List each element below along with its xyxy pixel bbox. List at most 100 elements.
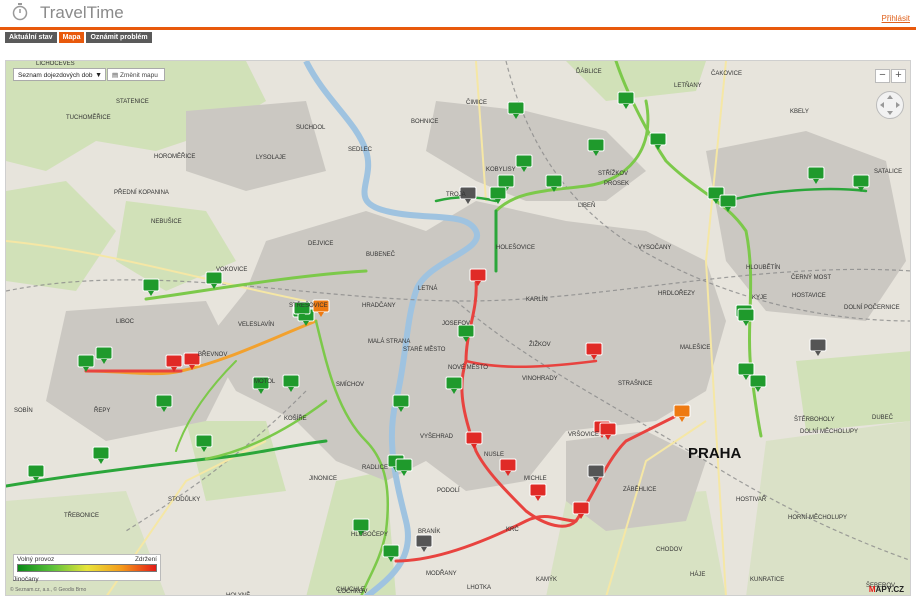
district-label: JOSEFOV <box>442 321 470 327</box>
login-link[interactable]: Přihlásit <box>882 14 910 23</box>
traffic-marker-free[interactable] <box>142 278 160 296</box>
district-label: ĎÁBLICE <box>576 67 602 75</box>
tab-report-problem[interactable]: Oznámit problém <box>86 32 152 43</box>
district-label: VINOHRADY <box>522 376 558 382</box>
traffic-map[interactable]: ĎÁBLICE ČAKOVICE LETŇANY KBELY BOHNICE ČIMICE… <box>5 60 911 596</box>
city-label: PRAHA <box>688 445 742 462</box>
travel-times-select[interactable]: Seznam dojezdových dob ▼ <box>13 68 106 81</box>
district-label: DOLNÍ POČERNICE <box>844 304 900 311</box>
district-label: SMÍCHOV <box>336 381 364 388</box>
district-label: KYJE <box>752 295 767 301</box>
traffic-marker-free[interactable] <box>92 446 110 464</box>
district-label: STŘÍŽKOV <box>598 169 628 177</box>
district-label: HLUBOČEPY <box>351 531 388 538</box>
tab-current-status[interactable]: Aktuální stav <box>5 32 57 43</box>
district-label: VYSOČANY <box>638 244 671 251</box>
legend-delay-label: Zdržení <box>134 556 157 563</box>
district-label: SEDLEC <box>348 147 373 153</box>
pan-control[interactable] <box>876 91 904 119</box>
traffic-marker-unknown[interactable] <box>415 534 433 552</box>
district-label: KRČ <box>506 526 519 533</box>
tab-bar: Aktuální stav Mapa Oznámit problém <box>5 32 152 43</box>
district-label: LETŇANY <box>674 82 702 89</box>
district-label: KBELY <box>790 109 809 115</box>
traffic-marker-moderate[interactable] <box>673 404 691 422</box>
tab-map[interactable]: Mapa <box>58 32 85 43</box>
traffic-marker-unknown[interactable] <box>809 338 827 356</box>
traffic-marker-free[interactable] <box>737 308 755 326</box>
header: TravelTime Přihlásit <box>0 0 916 27</box>
district-label: DEJVICE <box>308 241 333 247</box>
traffic-marker-free[interactable] <box>489 186 507 204</box>
map-copyright: © Seznam.cz, a.s., © Geodis Brno <box>10 587 87 593</box>
district-label: VRŠOVICE <box>568 431 599 438</box>
district-label: CHUCHLE <box>336 587 365 593</box>
district-label: CHODOV <box>656 547 682 553</box>
district-label: TŘEBONICE <box>64 511 99 519</box>
district-label: DUBEČ <box>872 414 894 421</box>
district-label: KAMÝK <box>536 576 557 583</box>
district-label: LIBEŇ <box>578 202 595 209</box>
district-label: HOSTAVICE <box>792 293 826 299</box>
district-label: RADLICE <box>362 465 388 471</box>
district-label: PODOLÍ <box>437 487 460 494</box>
district-label: KUNRATICE <box>750 577 784 583</box>
district-label: HOLEŠOVICE <box>496 244 535 251</box>
district-label: LHOTKA <box>467 585 491 591</box>
district-label: ŘEPY <box>94 406 110 414</box>
district-label: HOROMĚŘICE <box>154 152 195 160</box>
district-label: BŘEVNOV <box>198 350 227 358</box>
district-label: STRAŠNICE <box>618 380 652 387</box>
district-label: HOLYNĚ <box>226 591 250 596</box>
traffic-marker-free[interactable] <box>617 91 635 109</box>
district-label: HLOUBĚTÍN <box>746 263 780 271</box>
zoom-out-button[interactable]: − <box>875 69 890 83</box>
district-label: HORNÍ MĚCHOLUPY <box>788 513 847 521</box>
district-label: ČAKOVICE <box>711 70 742 77</box>
travel-times-select-label: Seznam dojezdových dob <box>18 72 93 79</box>
traffic-marker-jam[interactable] <box>529 483 547 501</box>
traffic-marker-free[interactable] <box>205 271 223 289</box>
pan-arrows-icon <box>880 95 900 115</box>
stopwatch-icon <box>12 3 28 21</box>
district-label: STŘEŠOVICE <box>289 301 328 309</box>
district-label: VOKOVICE <box>216 267 247 273</box>
district-label: HOSTIVAŘ <box>736 495 767 503</box>
legend-gradient <box>17 564 157 572</box>
district-label: MICHLE <box>524 476 547 482</box>
district-label: ČIMICE <box>466 99 487 106</box>
header-divider <box>0 27 916 30</box>
district-label: HRDLOŘEZY <box>658 289 695 297</box>
district-label: PŘEDNÍ KOPANINA <box>114 188 169 196</box>
mapy-logo: MAPY.CZ <box>868 585 904 594</box>
district-label: NOVÉ MĚSTO <box>448 363 488 371</box>
district-label: ŽIŽKOV <box>529 340 551 348</box>
district-label: PROSEK <box>604 181 629 187</box>
app-title: TravelTime <box>40 3 124 22</box>
district-label: ŠTĚRBOHOLY <box>794 415 835 423</box>
district-label: MODŘANY <box>426 569 457 577</box>
district-label: SUCHDOL <box>296 125 326 131</box>
district-label: NUSLE <box>484 452 504 458</box>
map-canvas[interactable]: ĎÁBLICE ČAKOVICE LETŇANY KBELY BOHNICE ČIMICE… <box>6 61 911 596</box>
district-label: LICHOCEVES <box>36 61 75 67</box>
district-label: JINONICE <box>309 476 337 482</box>
change-map-button[interactable]: ▤ Změnit mapu <box>107 68 165 81</box>
district-label: HÁJE <box>690 571 705 578</box>
district-label: SATALICE <box>874 169 902 175</box>
district-label: KOŠÍŘE <box>284 414 307 422</box>
district-label: BOHNICE <box>411 119 438 125</box>
district-label: NEBUŠICE <box>151 218 182 225</box>
district-label: LIBOC <box>116 319 135 325</box>
district-label: MALÁ STRANA <box>368 338 410 345</box>
district-label: LETNÁ <box>418 285 437 292</box>
district-label: MOTOL <box>254 379 276 385</box>
change-map-label: Změnit mapu <box>119 72 158 79</box>
district-label: VELESLAVÍN <box>238 321 274 328</box>
zoom-in-button[interactable]: + <box>891 69 906 83</box>
traffic-marker-free[interactable] <box>649 132 667 150</box>
district-label: KARLÍN <box>526 296 548 303</box>
map-scale: Jinočany <box>13 576 39 583</box>
district-label: BUBENEČ <box>366 251 396 258</box>
district-label: ČERNÝ MOST <box>791 274 831 281</box>
